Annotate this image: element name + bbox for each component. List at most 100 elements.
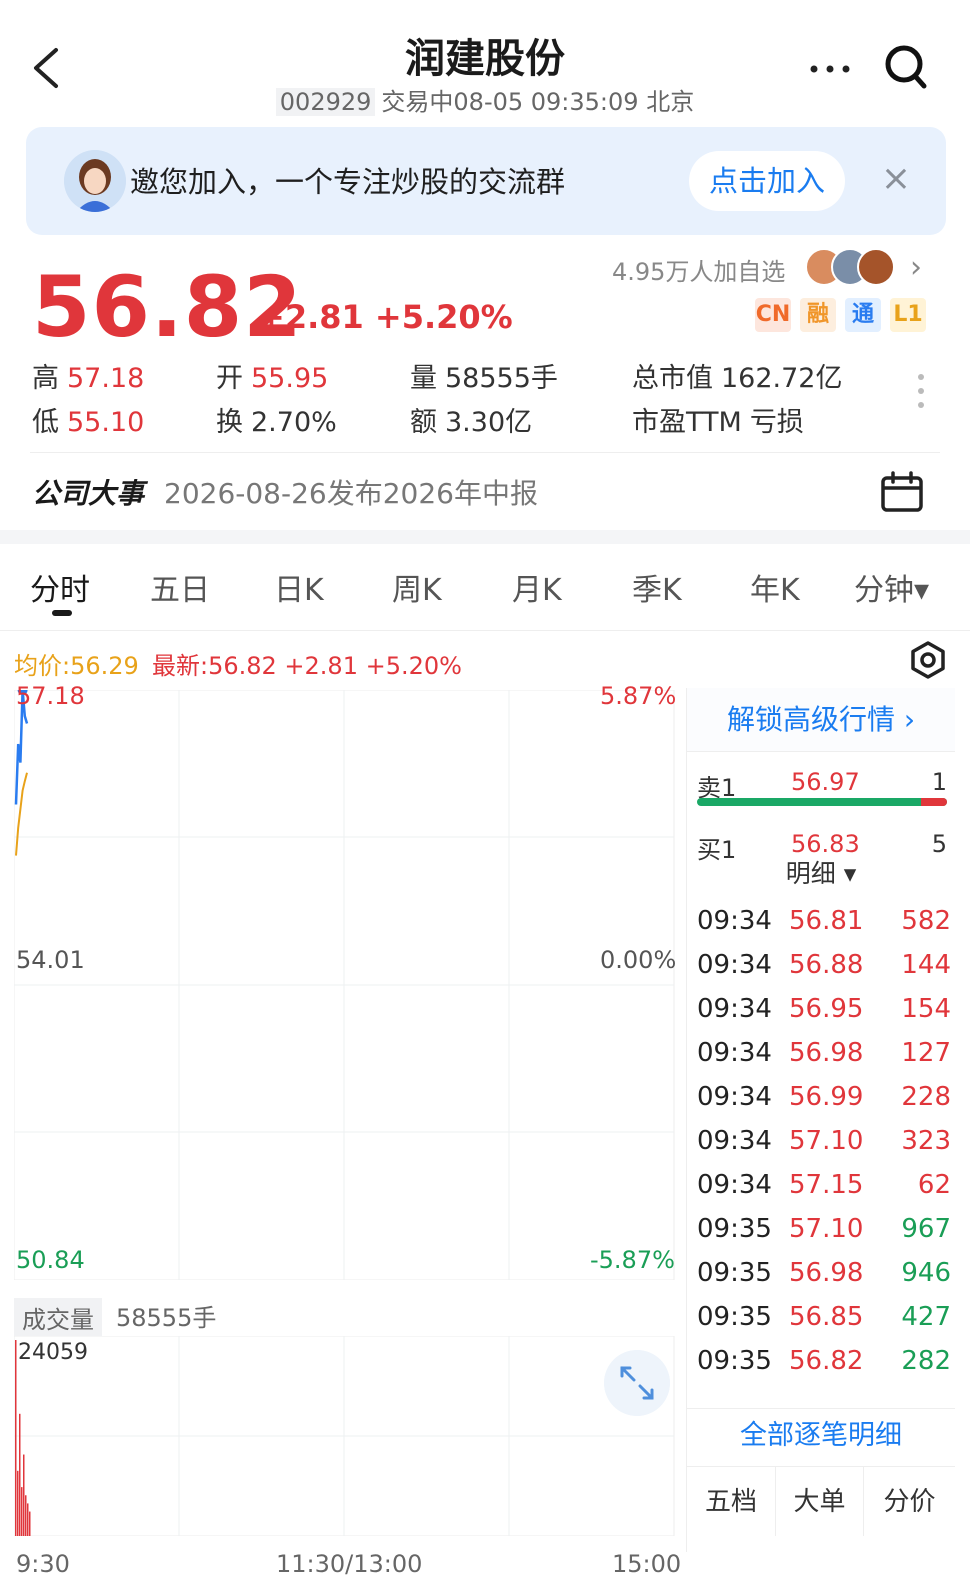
settings-icon[interactable] — [908, 640, 948, 680]
y-axis-bottom: 50.84 — [16, 1246, 85, 1274]
stock-code: 002929 — [275, 88, 376, 116]
tab-minute[interactable]: 分钟▾ — [854, 565, 929, 609]
trade-volume: 427 — [901, 1302, 951, 1332]
stat-value: 2.70% — [251, 407, 337, 438]
stat-open: 开 55.95 — [216, 356, 328, 395]
stat-volume: 量 58555手 — [410, 356, 558, 395]
pct-axis-bottom: -5.87% — [590, 1246, 675, 1274]
section-gap — [0, 530, 970, 544]
stat-label: 市盈TTM — [632, 407, 742, 438]
followers-count[interactable]: 4.95万人加自选 — [612, 252, 785, 287]
stat-high: 高 57.18 — [32, 356, 144, 395]
trade-price: 57.10 — [789, 1126, 864, 1156]
volume-value: 58555手 — [116, 1304, 217, 1332]
tab-quarterly-k[interactable]: 季K — [632, 565, 682, 609]
volume-bar — [19, 1413, 21, 1536]
order-panel: 解锁高级行情 › 卖1 56.97 1 买1 56.83 5 明细 ▾ 09:3… — [686, 688, 955, 1552]
all-trades-link[interactable]: 全部逐笔明细 — [687, 1408, 955, 1462]
latest-price: 最新:56.82 +2.81 +5.20% — [152, 652, 462, 680]
trade-row: 09:35 56.85 427 — [697, 1302, 951, 1346]
stat-value: 58555手 — [445, 363, 558, 394]
tab-daily-k[interactable]: 日K — [274, 565, 324, 609]
order-price: 56.97 — [791, 768, 860, 796]
volume-bar — [29, 1511, 31, 1536]
trade-price: 56.81 — [789, 906, 864, 936]
trade-price: 56.88 — [789, 950, 864, 980]
trade-volume: 967 — [901, 1214, 951, 1244]
trade-list[interactable]: 09:34 56.81 582 09:34 56.88 144 09:34 56.95 154 0… — [687, 894, 955, 1394]
stat-pe: 市盈TTM 亏损 — [632, 400, 804, 439]
unlock-advanced-quotes[interactable]: 解锁高级行情 › — [687, 688, 955, 752]
tab-five-day[interactable]: 五日 — [150, 565, 210, 609]
trade-volume: 62 — [917, 1170, 951, 1200]
badge-connect: 通 — [845, 298, 881, 332]
chevron-right-icon[interactable]: › — [910, 250, 922, 285]
average-price: 均价:56.29 — [14, 652, 139, 680]
volume-bar — [21, 1487, 23, 1536]
y-axis-top: 57.18 — [16, 682, 85, 710]
follower-avatars[interactable] — [805, 248, 905, 290]
trade-time: 09:35 — [697, 1302, 772, 1332]
order-book-ratio-bar — [697, 798, 947, 806]
company-event-label: 公司大事 — [32, 477, 145, 510]
volume-max: 24059 — [18, 1340, 88, 1365]
company-event-text[interactable]: 2026-08-26发布2026年中报 — [164, 472, 538, 512]
trade-row: 09:34 57.15 62 — [697, 1170, 951, 1214]
group-invite-banner[interactable]: 邀您加入，一个专注炒股的交流群 点击加入 × — [26, 127, 946, 235]
volume-chart[interactable] — [14, 1336, 686, 1536]
tab-five-levels[interactable]: 五档 — [687, 1466, 775, 1536]
trade-volume: 323 — [901, 1126, 951, 1156]
trade-volume: 946 — [901, 1258, 951, 1288]
stat-value: 55.95 — [251, 363, 329, 394]
stat-value: 162.72亿 — [721, 363, 843, 394]
trade-time: 09:35 — [697, 1214, 772, 1244]
stock-subtitle: 002929 交易中08-05 09:35:09 北京 — [0, 82, 970, 117]
tab-big-orders[interactable]: 大单 — [775, 1466, 863, 1536]
stat-label: 总市值 — [632, 363, 713, 394]
pct-axis-top: 5.87% — [600, 682, 677, 710]
stats-more-icon[interactable] — [918, 374, 926, 414]
sell-ratio — [921, 798, 947, 806]
trade-price: 56.98 — [789, 1258, 864, 1288]
trade-row: 09:34 56.88 144 — [697, 950, 951, 994]
tab-intraday[interactable]: 分时 — [30, 565, 90, 609]
close-icon[interactable]: × — [874, 157, 918, 201]
trade-volume: 228 — [901, 1082, 951, 1112]
trade-time: 09:34 — [697, 1038, 772, 1068]
trade-time: 09:34 — [697, 1082, 772, 1112]
trade-status: 交易中08-05 09:35:09 北京 — [381, 88, 695, 116]
more-icon[interactable] — [808, 54, 852, 84]
trade-volume: 282 — [901, 1346, 951, 1376]
avatar — [857, 248, 895, 286]
trade-time: 09:34 — [697, 1126, 772, 1156]
intraday-price-chart[interactable] — [14, 690, 686, 1280]
calendar-icon[interactable] — [880, 470, 924, 514]
detail-dropdown[interactable]: 明细 ▾ — [687, 854, 955, 896]
tab-yearly-k[interactable]: 年K — [750, 565, 800, 609]
tab-monthly-k[interactable]: 月K — [512, 565, 562, 609]
stat-label: 量 — [410, 363, 437, 394]
trade-price: 56.85 — [789, 1302, 864, 1332]
tab-weekly-k[interactable]: 周K — [392, 565, 442, 609]
search-icon[interactable] — [884, 44, 930, 92]
stat-value: 57.18 — [67, 363, 145, 394]
trade-row: 09:34 56.95 154 — [697, 994, 951, 1038]
stat-amount: 额 3.30亿 — [410, 400, 532, 439]
trade-time: 09:34 — [697, 906, 772, 936]
stat-label: 低 — [32, 407, 59, 438]
trade-time: 09:35 — [697, 1258, 772, 1288]
trade-time: 09:34 — [697, 994, 772, 1024]
tab-price-distribution[interactable]: 分价 — [863, 1466, 955, 1536]
volume-bar — [15, 1340, 17, 1536]
join-button[interactable]: 点击加入 — [689, 151, 845, 211]
x-axis-end: 15:00 — [612, 1550, 682, 1578]
stat-label: 开 — [216, 363, 243, 394]
expand-icon[interactable] — [604, 1350, 670, 1416]
volume-bar — [23, 1454, 25, 1536]
volume-bar — [27, 1503, 29, 1536]
y-axis-mid: 54.01 — [16, 946, 85, 974]
volume-bar — [25, 1495, 27, 1536]
trade-row: 09:35 56.98 946 — [697, 1258, 951, 1302]
stat-value: 3.30亿 — [445, 407, 533, 438]
pct-axis-mid: 0.00% — [600, 946, 677, 974]
